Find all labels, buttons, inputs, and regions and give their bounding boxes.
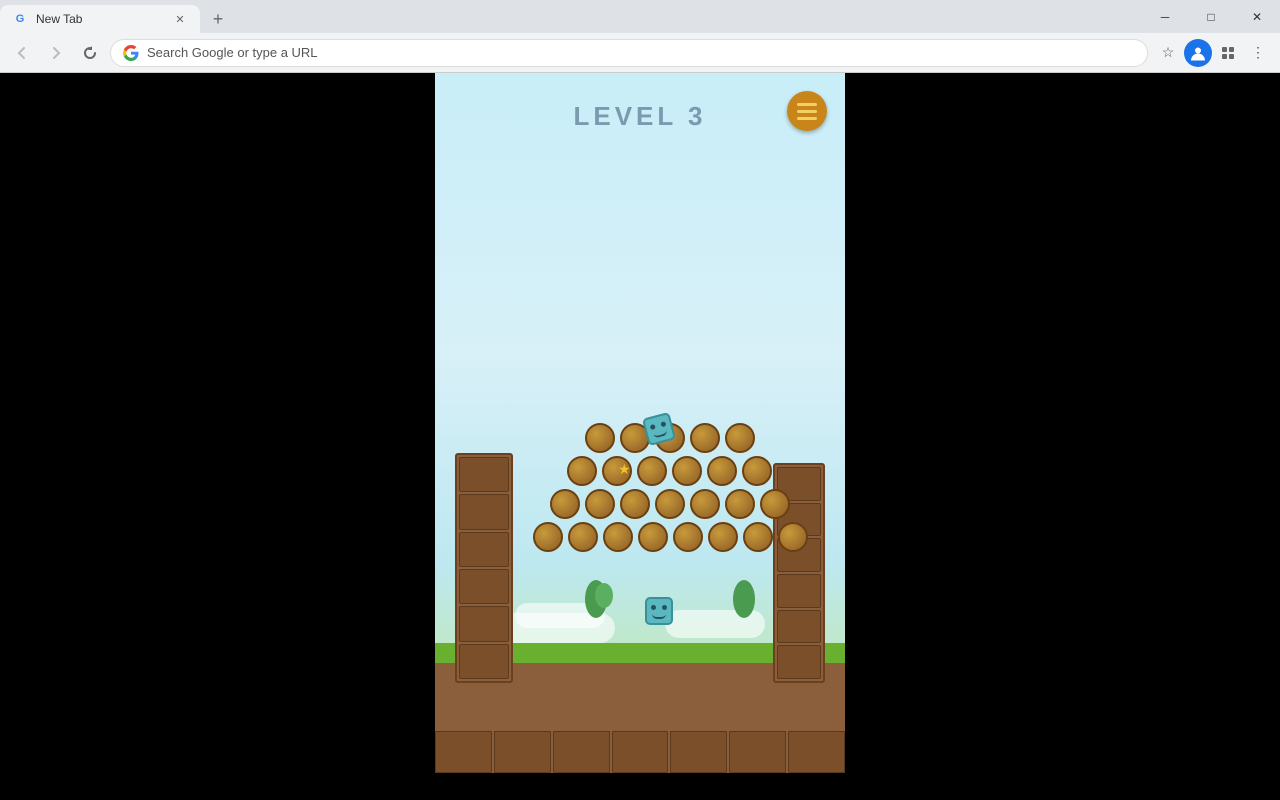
forward-button[interactable] [42, 39, 70, 67]
ground-block [435, 731, 492, 773]
ground-block [670, 731, 727, 773]
tower-left [455, 453, 513, 683]
ground-blocks [435, 731, 845, 773]
url-bar[interactable]: Search Google or type a URL [110, 39, 1148, 67]
url-text: Search Google or type a URL [147, 45, 1135, 60]
menu-line-3 [797, 117, 817, 120]
title-bar: G New Tab ✕ + ─ □ ✕ [0, 0, 1280, 33]
ground-block [612, 731, 669, 773]
ground-block [494, 731, 551, 773]
profile-avatar[interactable] [1184, 39, 1212, 67]
browser-frame: G New Tab ✕ + ─ □ ✕ [0, 0, 1280, 800]
menu-button[interactable] [787, 91, 827, 131]
window-controls: ─ □ ✕ [1142, 0, 1280, 33]
tab-close-button[interactable]: ✕ [172, 11, 188, 27]
ground-block [729, 731, 786, 773]
ground-block [788, 731, 845, 773]
tab-bar: G New Tab ✕ + [0, 0, 232, 33]
menu-line-2 [797, 110, 817, 113]
tab-title: New Tab [36, 12, 164, 26]
menu-line-1 [797, 103, 817, 106]
game-container[interactable]: LEVEL 3 [435, 73, 845, 773]
minimize-button[interactable]: ─ [1142, 0, 1188, 33]
bookmark-button[interactable]: ☆ [1154, 39, 1182, 67]
level-text: LEVEL 3 [573, 101, 706, 132]
maximize-button[interactable]: □ [1188, 0, 1234, 33]
back-button[interactable] [8, 39, 36, 67]
extensions-button[interactable] [1214, 39, 1242, 67]
character-bottom [645, 597, 673, 625]
green-blob-left2 [595, 583, 613, 608]
active-tab[interactable]: G New Tab ✕ [0, 5, 200, 33]
content-area: LEVEL 3 [0, 73, 1280, 800]
address-bar: Search Google or type a URL ☆ [0, 33, 1280, 73]
green-blob-right [733, 580, 755, 618]
chrome-menu-button[interactable]: ⋮ [1244, 39, 1272, 67]
close-button[interactable]: ✕ [1234, 0, 1280, 33]
google-logo [123, 45, 139, 61]
refresh-button[interactable] [76, 39, 104, 67]
toolbar-icons: ☆ ⋮ [1154, 39, 1272, 67]
new-tab-button[interactable]: + [204, 5, 232, 33]
star-icon: ★ [618, 461, 631, 478]
ground-block [553, 731, 610, 773]
tab-favicon: G [12, 11, 28, 27]
